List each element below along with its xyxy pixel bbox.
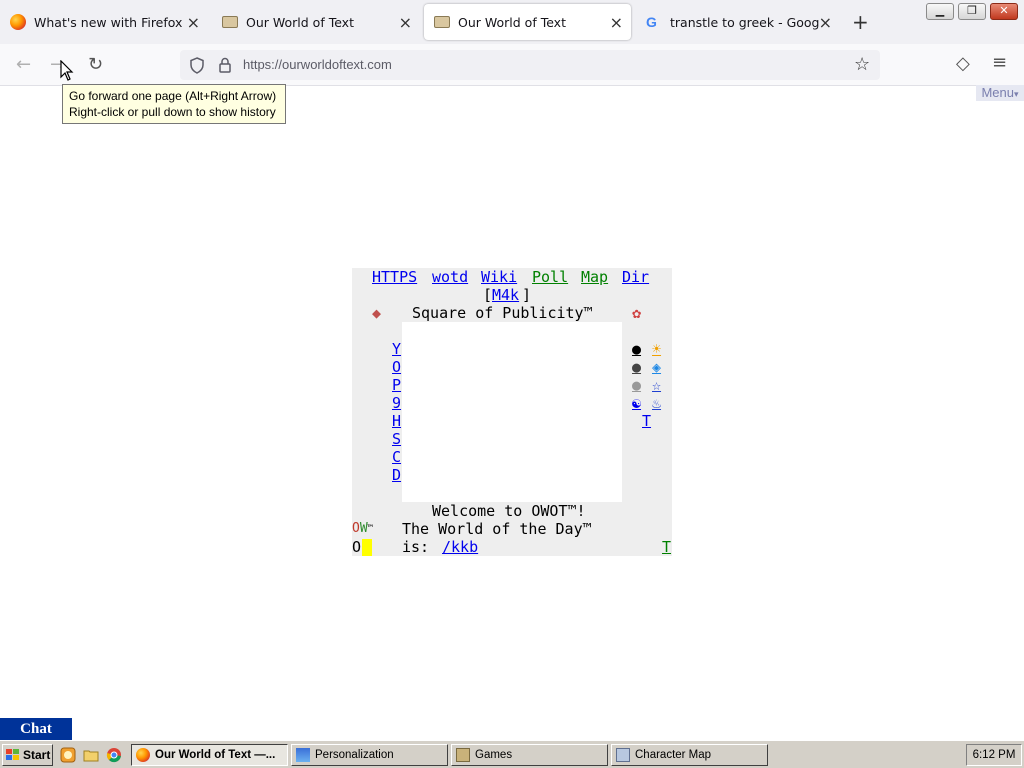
owot-icon [222, 16, 238, 28]
url-text[interactable]: https://ourworldoftext.com [243, 57, 392, 72]
owot-world-canvas[interactable]: HTTPS wotd Wiki Poll Map Dir [ M4k ] ◆ S… [352, 268, 672, 556]
candy-icon: ✿ [632, 304, 642, 322]
color-dot-black[interactable]: ● [632, 340, 641, 358]
tab-google[interactable]: G transtle to greek - Google Se × [636, 4, 842, 40]
shield-icon[interactable] [189, 57, 205, 74]
tooltip-line-2: Right-click or pull down to show history [69, 105, 276, 119]
close-tab-icon[interactable]: × [399, 13, 412, 32]
tooltip-line-1: Go forward one page (Alt+Right Arrow) [69, 89, 277, 103]
left-link-h[interactable]: H [392, 412, 401, 430]
taskbar-item-personalization[interactable]: Personalization [291, 744, 448, 766]
tab-owot-1[interactable]: Our World of Text × [212, 4, 420, 40]
tab-title: Our World of Text [246, 14, 354, 30]
tab-title: Our World of Text [458, 14, 566, 30]
text-cursor [362, 539, 372, 556]
navigation-bar: ← → ↻ https://ourworldoftext.com ☆ ◇ ≡ [0, 44, 1024, 86]
start-button[interactable]: Start [2, 744, 53, 766]
pocket-icon[interactable]: ◇ [956, 53, 970, 74]
color-dot-gray[interactable]: ● [632, 376, 641, 394]
firefox-icon [136, 748, 150, 762]
close-tab-icon[interactable]: × [819, 13, 832, 32]
wotd-prefix: is: [402, 538, 439, 556]
square-of-publicity-title: Square of Publicity™ [412, 304, 593, 322]
lock-icon[interactable] [218, 56, 232, 74]
close-tab-icon[interactable]: × [610, 13, 623, 32]
ball-icon: ◆ [372, 304, 382, 322]
taskbar-item-label: Our World of Text —... [155, 749, 276, 761]
taskbar-item-games[interactable]: Games [451, 744, 608, 766]
diamond-icon[interactable]: ◈ [652, 358, 661, 376]
chevron-down-icon: ▾ [1014, 89, 1019, 99]
mouse-cursor-icon [60, 60, 74, 81]
tab-whats-new[interactable]: What's new with Firefox - Mo × [0, 4, 208, 40]
games-icon [456, 748, 470, 762]
chat-button[interactable]: Chat [0, 718, 72, 740]
taskbar-item-label: Character Map [635, 749, 712, 761]
left-link-9[interactable]: 9 [392, 394, 401, 412]
left-link-s[interactable]: S [392, 430, 401, 448]
folder-icon[interactable] [83, 747, 99, 763]
restore-button[interactable]: ❐ [958, 3, 986, 20]
system-tray-clock[interactable]: 6:12 PM [966, 744, 1022, 766]
chrome-icon[interactable] [106, 747, 122, 763]
tab-title: transtle to greek - Google Se [670, 14, 820, 30]
app-menu-icon[interactable]: ≡ [992, 52, 1007, 73]
google-icon: G [646, 14, 657, 30]
link-poll[interactable]: Poll [532, 268, 568, 286]
link-wiki[interactable]: Wiki [481, 268, 517, 286]
taskbar-item-label: Personalization [315, 749, 394, 761]
monitor-icon [296, 748, 310, 762]
bracket-open: [ [483, 286, 493, 304]
link-wotd[interactable]: wotd [432, 268, 468, 286]
character-map-icon [616, 748, 630, 762]
left-link-d[interactable]: D [392, 466, 401, 484]
yin-yang-icon[interactable]: ☯ [632, 394, 641, 412]
bracket-close: ] [522, 286, 532, 304]
welcome-text: Welcome to OWOT™! [432, 502, 586, 520]
bookmark-star-icon[interactable]: ☆ [854, 54, 870, 75]
wotd-line: The World of the Day™ [402, 520, 592, 538]
back-button[interactable]: ← [16, 54, 31, 75]
flask-icon[interactable]: ♨ [652, 394, 661, 412]
taskbar-item-character-map[interactable]: Character Map [611, 744, 768, 766]
star-icon[interactable]: ☆ [652, 376, 661, 394]
taskbar-item-label: Games [475, 749, 513, 761]
left-link-y[interactable]: Y [392, 340, 401, 358]
link-dir[interactable]: Dir [622, 268, 649, 286]
owot-icon [434, 16, 450, 28]
link-https[interactable]: HTTPS [372, 268, 417, 286]
firefox-icon [10, 14, 26, 30]
windows-logo-icon [6, 749, 19, 760]
tab-strip: What's new with Firefox - Mo × Our World… [0, 0, 1024, 44]
publicity-square[interactable] [402, 322, 622, 502]
forward-tooltip: Go forward one page (Alt+Right Arrow) Ri… [62, 84, 286, 124]
close-tab-icon[interactable]: × [187, 13, 200, 32]
o-mark: O [352, 538, 362, 556]
left-link-o[interactable]: O [392, 358, 401, 376]
left-link-p[interactable]: P [392, 376, 401, 394]
minimize-button[interactable]: ▁ [926, 3, 954, 20]
tab-owot-active[interactable]: Our World of Text × [424, 4, 631, 40]
url-bar[interactable]: https://ourworldoftext.com ☆ [180, 50, 880, 80]
ow-mark: OW™ [352, 521, 374, 536]
menu-label: Menu [981, 85, 1014, 100]
owot-menu-button[interactable]: Menu▾ [976, 85, 1024, 101]
color-dot-dark[interactable]: ● [632, 358, 641, 376]
taskbar-item-firefox[interactable]: Our World of Text —... [131, 744, 288, 766]
windows-taskbar: Start Our World of Text —... Personaliza… [0, 740, 1024, 768]
tab-title: What's new with Firefox - Mo [34, 14, 184, 30]
right-link-t[interactable]: T [642, 412, 651, 430]
reload-button[interactable]: ↻ [88, 54, 103, 75]
start-label: Start [23, 748, 51, 762]
left-link-c[interactable]: C [392, 448, 401, 466]
link-m4k[interactable]: M4k [492, 286, 519, 304]
link-map[interactable]: Map [581, 268, 608, 286]
bottom-t-link[interactable]: T [662, 538, 671, 556]
sun-icon[interactable]: ☀ [652, 340, 661, 358]
new-tab-button[interactable]: + [852, 10, 869, 34]
wotd-link[interactable]: /kkb [442, 538, 478, 556]
media-player-icon[interactable] [60, 747, 76, 763]
close-window-button[interactable]: ✕ [990, 3, 1018, 20]
